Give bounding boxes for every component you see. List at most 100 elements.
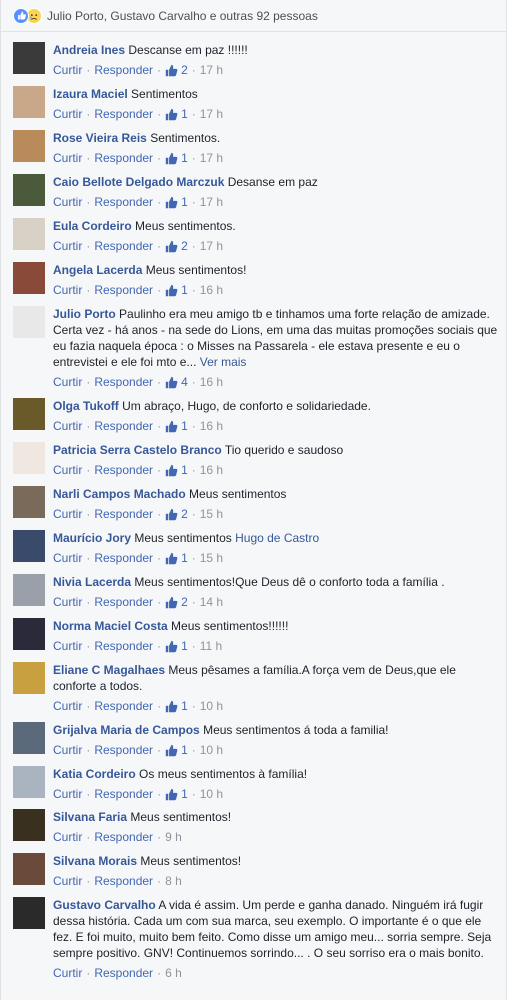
reply-button[interactable]: Responder bbox=[94, 638, 153, 654]
avatar[interactable] bbox=[13, 86, 45, 118]
commenter-name[interactable]: Katia Cordeiro bbox=[53, 767, 136, 781]
like-button[interactable]: Curtir bbox=[53, 829, 82, 845]
like-button[interactable]: Curtir bbox=[53, 282, 82, 298]
commenter-name[interactable]: Eula Cordeiro bbox=[53, 219, 132, 233]
commenter-name[interactable]: Olga Tukoff bbox=[53, 399, 119, 413]
avatar[interactable] bbox=[13, 262, 45, 294]
commenter-name[interactable]: Grijalva Maria de Campos bbox=[53, 723, 200, 737]
reply-button[interactable]: Responder bbox=[94, 62, 153, 78]
like-count[interactable]: 1 bbox=[165, 194, 188, 210]
like-button[interactable]: Curtir bbox=[53, 374, 82, 390]
avatar[interactable] bbox=[13, 853, 45, 885]
comment-timestamp[interactable]: 16 h bbox=[200, 418, 223, 434]
comment-timestamp[interactable]: 14 h bbox=[200, 594, 223, 610]
like-button[interactable]: Curtir bbox=[53, 506, 82, 522]
commenter-name[interactable]: Maurício Jory bbox=[53, 531, 131, 545]
avatar[interactable] bbox=[13, 897, 45, 929]
comment-timestamp[interactable]: 9 h bbox=[165, 829, 182, 845]
like-button[interactable]: Curtir bbox=[53, 965, 82, 981]
avatar[interactable] bbox=[13, 766, 45, 798]
avatar[interactable] bbox=[13, 662, 45, 694]
like-count[interactable]: 1 bbox=[165, 282, 188, 298]
avatar[interactable] bbox=[13, 306, 45, 338]
commenter-name[interactable]: Patricia Serra Castelo Branco bbox=[53, 443, 222, 457]
see-more-link[interactable]: Ver mais bbox=[200, 355, 247, 369]
comment-timestamp[interactable]: 11 h bbox=[200, 638, 222, 654]
reply-button[interactable]: Responder bbox=[94, 786, 153, 802]
commenter-name[interactable]: Angela Lacerda bbox=[53, 263, 142, 277]
comment-timestamp[interactable]: 8 h bbox=[165, 873, 182, 889]
comment-timestamp[interactable]: 10 h bbox=[200, 742, 223, 758]
commenter-name[interactable]: Rose Vieira Reis bbox=[53, 131, 147, 145]
like-count[interactable]: 1 bbox=[165, 106, 188, 122]
reply-button[interactable]: Responder bbox=[94, 873, 153, 889]
like-button[interactable]: Curtir bbox=[53, 786, 82, 802]
comment-timestamp[interactable]: 15 h bbox=[200, 550, 223, 566]
comment-timestamp[interactable]: 10 h bbox=[200, 786, 223, 802]
reply-button[interactable]: Responder bbox=[94, 106, 153, 122]
like-count[interactable]: 2 bbox=[165, 506, 188, 522]
like-count[interactable]: 1 bbox=[165, 150, 188, 166]
comment-timestamp[interactable]: 16 h bbox=[200, 462, 223, 478]
like-count[interactable]: 2 bbox=[165, 594, 188, 610]
comment-timestamp[interactable]: 17 h bbox=[200, 194, 223, 210]
like-button[interactable]: Curtir bbox=[53, 150, 82, 166]
avatar[interactable] bbox=[13, 809, 45, 841]
reply-button[interactable]: Responder bbox=[94, 965, 153, 981]
avatar[interactable] bbox=[13, 130, 45, 162]
like-button[interactable]: Curtir bbox=[53, 462, 82, 478]
like-button[interactable]: Curtir bbox=[53, 62, 82, 78]
like-button[interactable]: Curtir bbox=[53, 638, 82, 654]
reply-button[interactable]: Responder bbox=[94, 282, 153, 298]
like-count[interactable]: 1 bbox=[165, 462, 188, 478]
like-count[interactable]: 1 bbox=[165, 742, 188, 758]
like-count[interactable]: 2 bbox=[165, 238, 188, 254]
comment-timestamp[interactable]: 17 h bbox=[200, 150, 223, 166]
reply-button[interactable]: Responder bbox=[94, 698, 153, 714]
commenter-name[interactable]: Caio Bellote Delgado Marczuk bbox=[53, 175, 224, 189]
reply-button[interactable]: Responder bbox=[94, 374, 153, 390]
like-count[interactable]: 2 bbox=[165, 62, 188, 78]
like-button[interactable]: Curtir bbox=[53, 238, 82, 254]
like-button[interactable]: Curtir bbox=[53, 194, 82, 210]
reply-button[interactable]: Responder bbox=[94, 462, 153, 478]
avatar[interactable] bbox=[13, 618, 45, 650]
reply-button[interactable]: Responder bbox=[94, 238, 153, 254]
commenter-name[interactable]: Andreia Ines bbox=[53, 43, 125, 57]
avatar[interactable] bbox=[13, 442, 45, 474]
commenter-name[interactable]: Nivia Lacerda bbox=[53, 575, 131, 589]
commenter-name[interactable]: Gustavo Carvalho bbox=[53, 898, 156, 912]
like-count[interactable]: 1 bbox=[165, 418, 188, 434]
reply-button[interactable]: Responder bbox=[94, 418, 153, 434]
like-button[interactable]: Curtir bbox=[53, 742, 82, 758]
like-count[interactable]: 1 bbox=[165, 638, 188, 654]
reactions-summary[interactable]: Julio Porto, Gustavo Carvalho e outras 9… bbox=[47, 9, 318, 23]
commenter-name[interactable]: Norma Maciel Costa bbox=[53, 619, 168, 633]
avatar[interactable] bbox=[13, 486, 45, 518]
reply-button[interactable]: Responder bbox=[94, 594, 153, 610]
reply-button[interactable]: Responder bbox=[94, 829, 153, 845]
commenter-name[interactable]: Eliane C Magalhaes bbox=[53, 663, 165, 677]
reply-button[interactable]: Responder bbox=[94, 742, 153, 758]
commenter-name[interactable]: Izaura Maciel bbox=[53, 87, 128, 101]
comment-timestamp[interactable]: 16 h bbox=[200, 374, 223, 390]
comment-timestamp[interactable]: 16 h bbox=[200, 282, 223, 298]
commenter-name[interactable]: Julio Porto bbox=[53, 307, 116, 321]
comment-timestamp[interactable]: 17 h bbox=[200, 106, 223, 122]
like-button[interactable]: Curtir bbox=[53, 594, 82, 610]
avatar[interactable] bbox=[13, 42, 45, 74]
commenter-name[interactable]: Narli Campos Machado bbox=[53, 487, 186, 501]
comment-timestamp[interactable]: 17 h bbox=[200, 238, 223, 254]
reply-button[interactable]: Responder bbox=[94, 194, 153, 210]
avatar[interactable] bbox=[13, 398, 45, 430]
like-button[interactable]: Curtir bbox=[53, 418, 82, 434]
avatar[interactable] bbox=[13, 574, 45, 606]
like-count[interactable]: 1 bbox=[165, 550, 188, 566]
reply-button[interactable]: Responder bbox=[94, 150, 153, 166]
comment-timestamp[interactable]: 17 h bbox=[200, 62, 223, 78]
comment-timestamp[interactable]: 15 h bbox=[200, 506, 223, 522]
comment-timestamp[interactable]: 6 h bbox=[165, 965, 182, 981]
avatar[interactable] bbox=[13, 722, 45, 754]
avatar[interactable] bbox=[13, 530, 45, 562]
like-button[interactable]: Curtir bbox=[53, 550, 82, 566]
